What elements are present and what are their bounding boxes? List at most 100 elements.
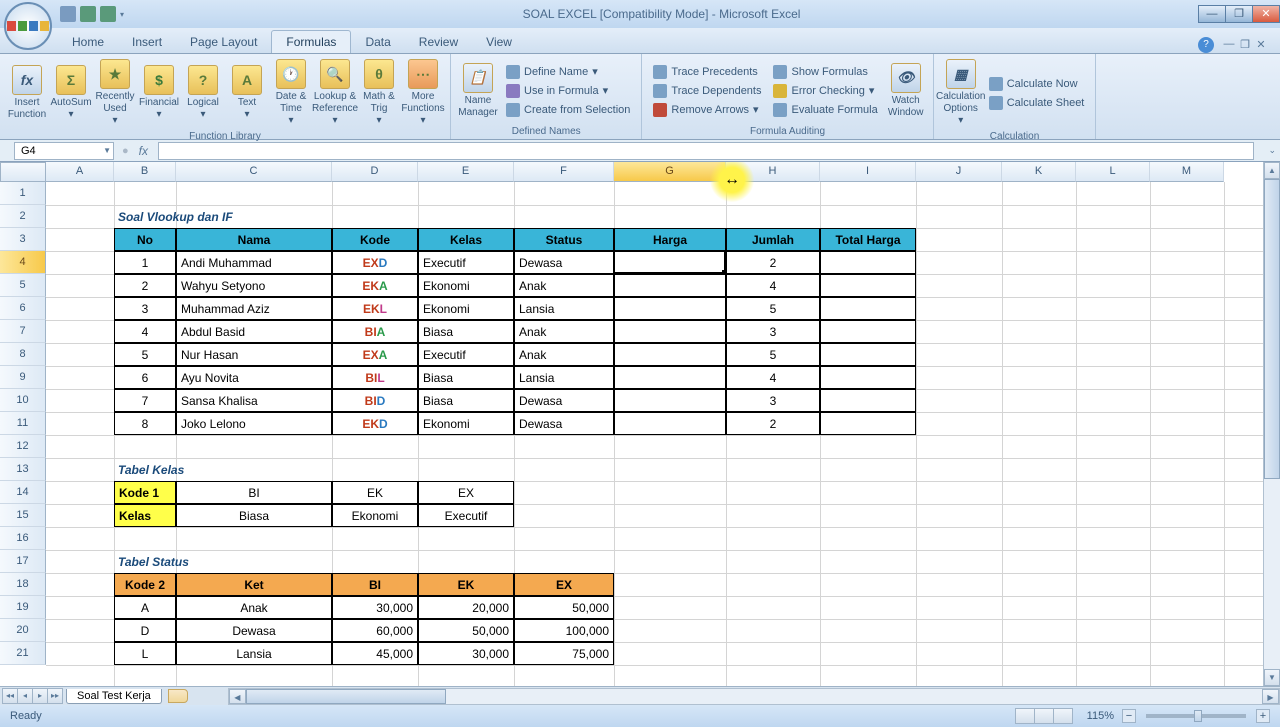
page-break-view-button[interactable] <box>1053 708 1073 724</box>
row-header-5[interactable]: 5 <box>0 274 46 297</box>
next-sheet-button[interactable]: ▸ <box>32 688 48 704</box>
name-box[interactable]: G4▼ <box>14 142 114 160</box>
prev-sheet-button[interactable]: ◂ <box>17 688 33 704</box>
trace-precedents-button[interactable]: Trace Precedents <box>648 63 766 81</box>
maximize-button[interactable]: ❐ <box>1225 5 1253 23</box>
col-header-I[interactable]: I <box>820 162 916 182</box>
col-header-F[interactable]: F <box>514 162 614 182</box>
col-header-J[interactable]: J <box>916 162 1002 182</box>
tab-insert[interactable]: Insert <box>118 31 176 53</box>
col-header-K[interactable]: K <box>1002 162 1076 182</box>
help-icon[interactable]: ? <box>1198 37 1214 53</box>
math-button[interactable]: θMath & Trig▾ <box>358 57 400 129</box>
undo-icon[interactable] <box>80 6 96 22</box>
row-header-19[interactable]: 19 <box>0 596 46 619</box>
scroll-left-button[interactable]: ◀ <box>229 689 246 704</box>
last-sheet-button[interactable]: ▸▸ <box>47 688 63 704</box>
row-header-10[interactable]: 10 <box>0 389 46 412</box>
insert-function-button[interactable]: fxInsert Function <box>6 63 48 123</box>
watch-window-button[interactable]: 👁Watch Window <box>885 61 927 121</box>
tab-data[interactable]: Data <box>351 31 404 53</box>
zoom-label[interactable]: 115% <box>1087 710 1114 722</box>
ribbon-minimize-button[interactable]: — <box>1222 38 1236 52</box>
datetime-button[interactable]: 🕐Date & Time▾ <box>270 57 312 129</box>
zoom-slider[interactable] <box>1146 714 1246 718</box>
row-header-4[interactable]: 4 <box>0 251 46 274</box>
row-header-9[interactable]: 9 <box>0 366 46 389</box>
row-header-11[interactable]: 11 <box>0 412 46 435</box>
ribbon-restore-button[interactable]: ❐ <box>1238 38 1252 52</box>
name-manager-button[interactable]: 📋Name Manager <box>457 61 499 121</box>
row-header-2[interactable]: 2 <box>0 205 46 228</box>
use-in-formula-button[interactable]: Use in Formula ▾ <box>501 82 635 100</box>
col-header-E[interactable]: E <box>418 162 514 182</box>
scroll-up-button[interactable]: ▲ <box>1264 162 1280 179</box>
office-button[interactable] <box>4 2 52 50</box>
page-layout-view-button[interactable] <box>1034 708 1054 724</box>
col-header-D[interactable]: D <box>332 162 418 182</box>
close-button[interactable]: ✕ <box>1252 5 1280 23</box>
recently-used-button[interactable]: ★Recently Used▾ <box>94 57 136 129</box>
horizontal-scrollbar[interactable]: ◀ ▶ <box>228 688 1280 705</box>
row-header-15[interactable]: 15 <box>0 504 46 527</box>
more-fn-button[interactable]: ⋯More Functions▾ <box>402 57 444 129</box>
evaluate-formula-button[interactable]: Evaluate Formula <box>768 101 882 119</box>
zoom-in-button[interactable]: + <box>1256 709 1270 723</box>
scroll-down-button[interactable]: ▼ <box>1264 669 1280 686</box>
financial-button[interactable]: $Financial▾ <box>138 63 180 123</box>
zoom-thumb[interactable] <box>1194 710 1202 722</box>
row-header-8[interactable]: 8 <box>0 343 46 366</box>
tab-formulas[interactable]: Formulas <box>271 30 351 53</box>
new-sheet-button[interactable] <box>168 689 188 703</box>
row-header-7[interactable]: 7 <box>0 320 46 343</box>
row-header-17[interactable]: 17 <box>0 550 46 573</box>
autosum-button[interactable]: ΣAutoSum▾ <box>50 63 92 123</box>
calculate-sheet-button[interactable]: Calculate Sheet <box>984 94 1090 112</box>
save-icon[interactable] <box>60 6 76 22</box>
row-header-6[interactable]: 6 <box>0 297 46 320</box>
row-header-21[interactable]: 21 <box>0 642 46 665</box>
formula-input[interactable] <box>158 142 1254 160</box>
error-checking-button[interactable]: Error Checking ▾ <box>768 82 882 100</box>
col-header-M[interactable]: M <box>1150 162 1224 182</box>
col-header-G[interactable]: G <box>614 162 726 182</box>
row-header-13[interactable]: 13 <box>0 458 46 481</box>
first-sheet-button[interactable]: ◂◂ <box>2 688 18 704</box>
row-header-3[interactable]: 3 <box>0 228 46 251</box>
remove-arrows-button[interactable]: Remove Arrows ▾ <box>648 101 766 119</box>
formula-expand-icon[interactable]: ⌄ <box>1268 145 1276 156</box>
lookup-button[interactable]: 🔍Lookup & Reference▾ <box>314 57 356 129</box>
normal-view-button[interactable] <box>1015 708 1035 724</box>
cell-grid[interactable]: Soal Vlookup dan IFNoNamaKodeKelasStatus… <box>46 182 1263 686</box>
minimize-button[interactable]: — <box>1198 5 1226 23</box>
show-formulas-button[interactable]: Show Formulas <box>768 63 882 81</box>
calc-options-button[interactable]: ▦Calculation Options▾ <box>940 57 982 129</box>
col-header-L[interactable]: L <box>1076 162 1150 182</box>
text-button[interactable]: AText▾ <box>226 63 268 123</box>
calculate-now-button[interactable]: Calculate Now <box>984 75 1090 93</box>
col-header-B[interactable]: B <box>114 162 176 182</box>
row-header-18[interactable]: 18 <box>0 573 46 596</box>
row-header-14[interactable]: 14 <box>0 481 46 504</box>
vertical-scrollbar[interactable]: ▲ ▼ <box>1263 162 1280 686</box>
tab-view[interactable]: View <box>472 31 526 53</box>
tab-home[interactable]: Home <box>58 31 118 53</box>
ribbon-close-button[interactable]: ✕ <box>1254 38 1268 52</box>
tab-page-layout[interactable]: Page Layout <box>176 31 271 53</box>
row-header-1[interactable]: 1 <box>0 182 46 205</box>
horizontal-scroll-thumb[interactable] <box>246 689 446 704</box>
row-header-12[interactable]: 12 <box>0 435 46 458</box>
redo-icon[interactable] <box>100 6 116 22</box>
col-header-A[interactable]: A <box>46 162 114 182</box>
scroll-right-button[interactable]: ▶ <box>1262 689 1279 704</box>
select-all-corner[interactable] <box>0 162 46 182</box>
trace-dependents-button[interactable]: Trace Dependents <box>648 82 766 100</box>
name-box-dropdown-icon[interactable]: ▼ <box>103 143 111 159</box>
col-header-H[interactable]: H <box>726 162 820 182</box>
sheet-tab-active[interactable]: Soal Test Kerja <box>66 689 162 704</box>
row-header-20[interactable]: 20 <box>0 619 46 642</box>
row-header-16[interactable]: 16 <box>0 527 46 550</box>
create-from-selection-button[interactable]: Create from Selection <box>501 101 635 119</box>
tab-review[interactable]: Review <box>405 31 472 53</box>
logical-button[interactable]: ?Logical▾ <box>182 63 224 123</box>
